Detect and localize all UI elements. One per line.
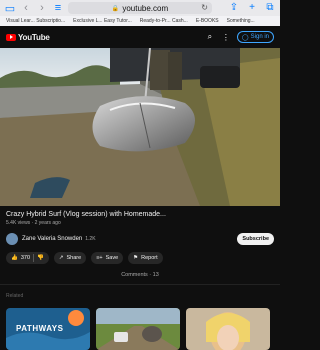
subscriber-count: 1.2K [85, 236, 96, 242]
thumbs-down-icon[interactable]: 👎 [37, 255, 44, 261]
related-videos: PATHWAYS [6, 308, 280, 350]
channel-name[interactable]: Zane Valeria Snowden [22, 236, 82, 242]
add-tab-icon[interactable]: + [246, 2, 258, 13]
like-count: 370 [20, 255, 31, 261]
related-video-thumbnail[interactable]: PATHWAYS [6, 308, 90, 350]
lock-icon: 🔒 [111, 5, 120, 12]
bookmark-item[interactable]: E-BOOKS [196, 18, 219, 24]
user-icon: ◯ [241, 34, 249, 41]
browser-actions: ⇪ + ⧉ [228, 2, 276, 13]
youtube-header: YouTube ⌕ ⋮ ◯ Sign in [0, 26, 280, 48]
signin-button[interactable]: ◯ Sign in [236, 31, 274, 43]
youtube-logo[interactable]: YouTube [6, 33, 50, 42]
related-video-thumbnail[interactable] [96, 308, 180, 350]
flag-icon: ⚑ [133, 255, 139, 261]
thumbnail-text: PATHWAYS [16, 324, 64, 333]
bookmarks-bar: Visual Lear... Subscriptio... Exclusive … [0, 16, 280, 26]
more-icon[interactable]: ⋮ [221, 33, 231, 42]
share-button[interactable]: ↗ Share [53, 252, 87, 264]
thumbnail-image [186, 308, 270, 350]
sidebar-icon[interactable]: ▭ [4, 2, 16, 15]
report-button[interactable]: ⚑ Report [128, 252, 163, 264]
thumbs-up-icon: 👍 [11, 255, 18, 261]
thumbnail-image [96, 308, 180, 350]
divider [0, 284, 280, 285]
avatar[interactable] [6, 233, 18, 245]
action-bar: 👍 370 👎 ↗ Share ≡+ Save ⚑ Report [6, 252, 163, 264]
browser-toolbar: ▭ ‹ › ≡ 🔒 youtube.com ↻ ⇪ + ⧉ [0, 0, 280, 16]
bookmark-item[interactable]: Ready-to-Pr... Cash... [140, 18, 188, 24]
forward-icon[interactable]: › [36, 2, 48, 14]
search-icon[interactable]: ⌕ [205, 32, 215, 42]
video-player[interactable] [0, 48, 280, 206]
save-icon: ≡+ [96, 255, 103, 261]
tabs-icon[interactable]: ⧉ [264, 2, 276, 13]
divider [33, 254, 35, 262]
like-dislike-button[interactable]: 👍 370 👎 [6, 252, 49, 264]
bookmark-item[interactable]: Visual Lear... Subscriptio... [6, 18, 65, 24]
reader-icon[interactable]: ≡ [52, 2, 64, 14]
subscribe-button[interactable]: Subscribe [237, 233, 274, 245]
channel-row: Zane Valeria Snowden 1.2K Subscribe [6, 232, 274, 246]
youtube-play-icon [6, 33, 16, 41]
back-icon[interactable]: ‹ [20, 2, 32, 14]
reload-icon[interactable]: ↻ [201, 3, 208, 12]
video-title: Crazy Hybrid Surf (Vlog session) with Ho… [6, 211, 166, 218]
header-actions: ⌕ ⋮ ◯ Sign in [205, 31, 274, 43]
video-views: 5.4K views · 2 years ago [6, 220, 61, 226]
related-label: Related [6, 293, 24, 299]
comments-header[interactable]: Comments · 13 [0, 272, 280, 278]
url-text: youtube.com [122, 3, 169, 13]
share-arrow-icon: ↗ [58, 255, 64, 261]
save-button[interactable]: ≡+ Save [91, 252, 124, 264]
bookmark-item[interactable]: Exclusive L... Easy Tutor... [73, 18, 132, 24]
address-bar[interactable]: 🔒 youtube.com ↻ [68, 2, 212, 14]
share-icon[interactable]: ⇪ [228, 2, 240, 13]
video-frame [0, 48, 280, 206]
related-video-thumbnail[interactable] [186, 308, 270, 350]
bookmark-item[interactable]: Something... [227, 18, 255, 24]
